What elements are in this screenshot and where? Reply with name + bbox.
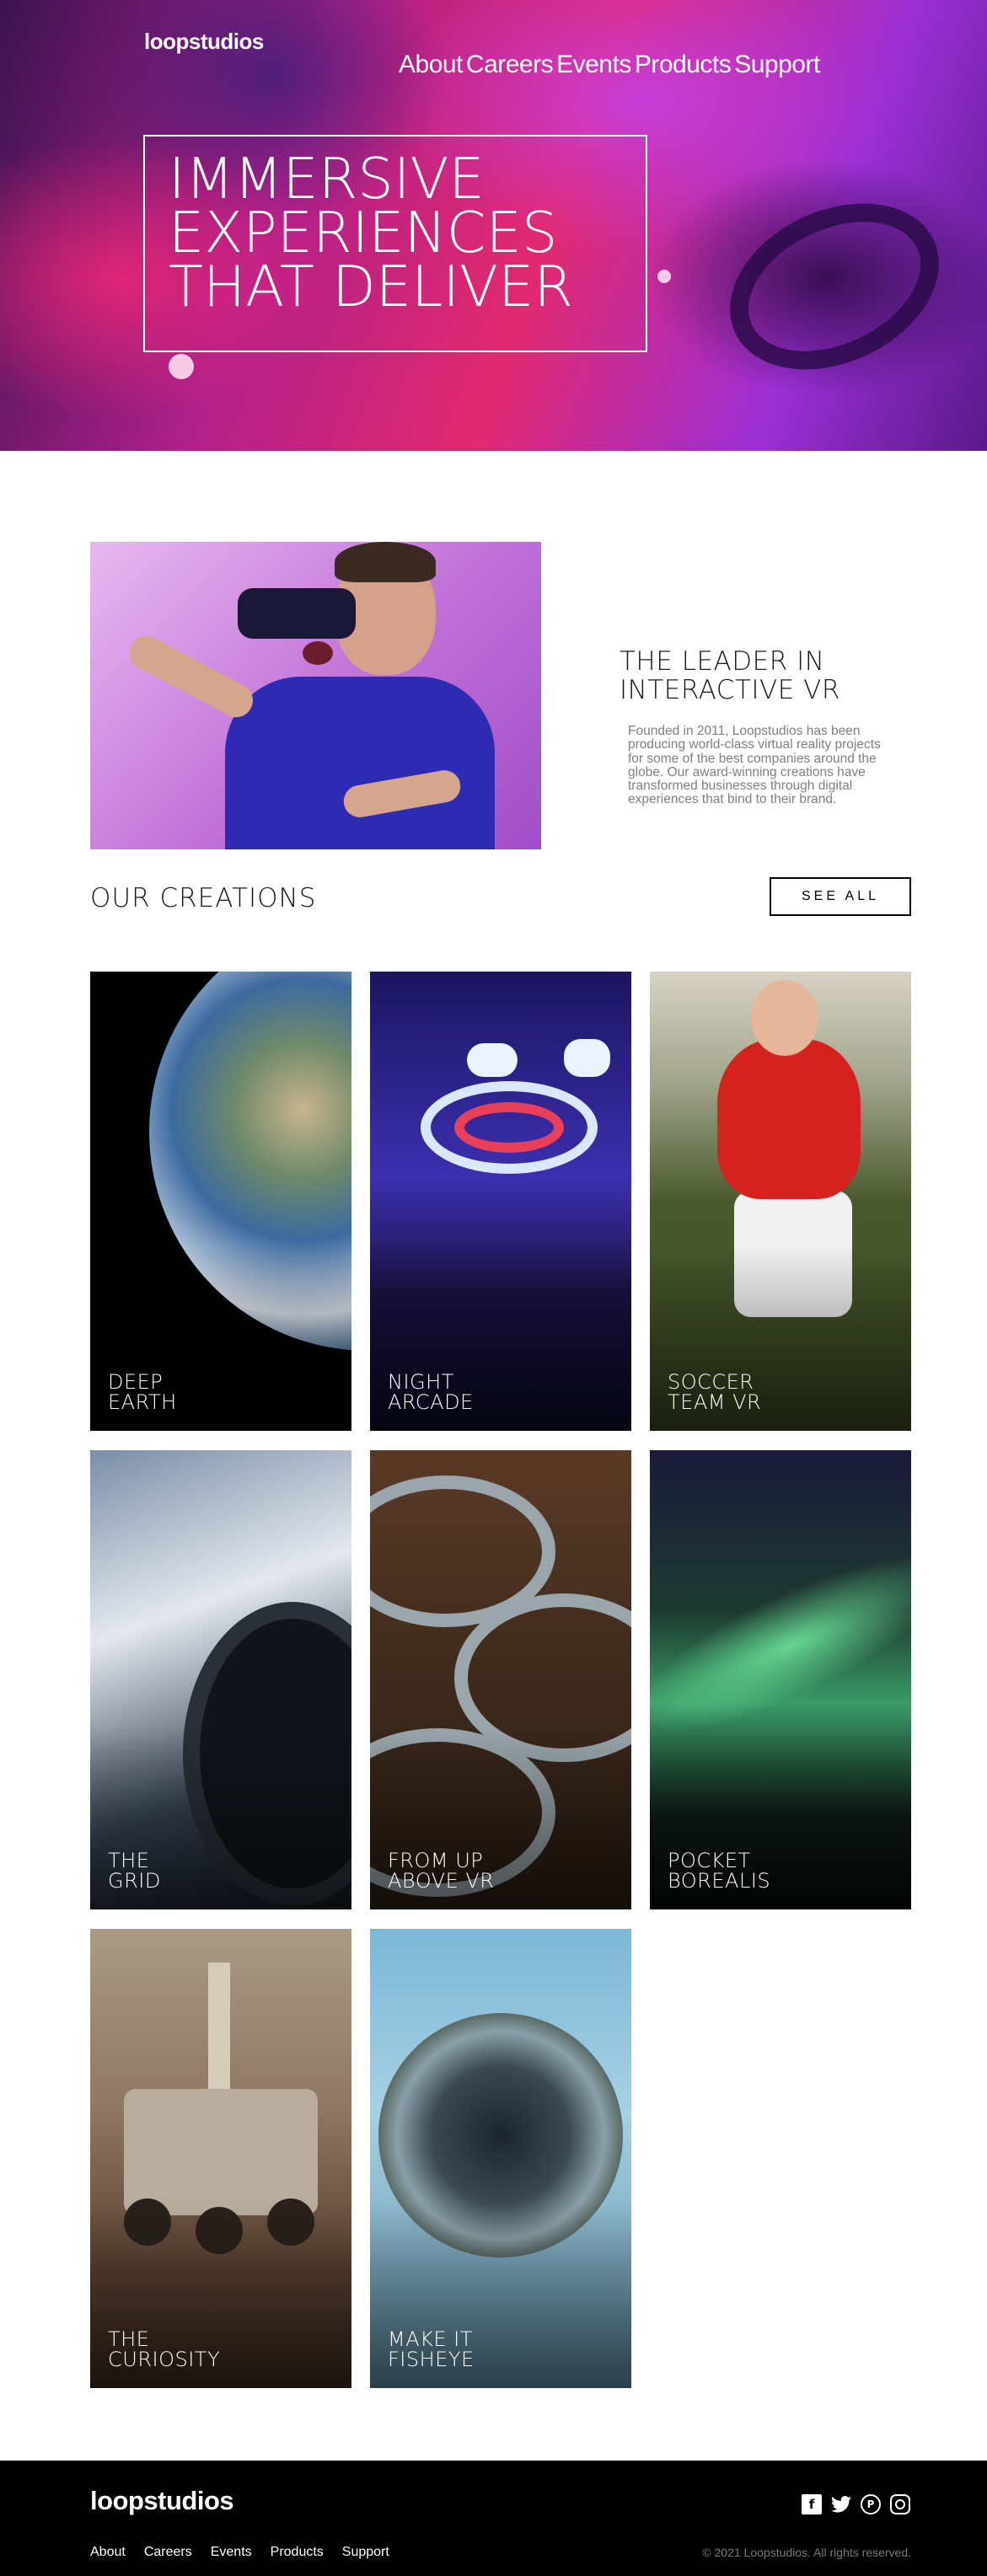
hero-title-box: IMMERSIVE EXPERIENCES THAT DELIVER <box>143 135 647 352</box>
creation-card-label: NIGHT ARCADE <box>388 1370 474 1414</box>
vr-person-shirt <box>225 677 495 849</box>
rover-body <box>124 2089 318 2215</box>
hero-title-line: THAT DELIVER <box>169 254 573 319</box>
footer-link-events[interactable]: Events <box>211 2545 252 2560</box>
creation-card-pocket-borealis[interactable]: POCKET BOREALIS <box>650 1450 911 1909</box>
nav-link-products[interactable]: Products <box>635 51 732 79</box>
creation-card-label: POCKET BOREALIS <box>668 1849 771 1893</box>
vr-person-arm <box>123 629 260 724</box>
creation-card-from-up-above-vr[interactable]: FROM UP ABOVE VR <box>370 1450 631 1909</box>
creation-card-label: MAKE IT FISHEYE <box>388 2327 475 2371</box>
about-title-line: INTERACTIVE VR <box>620 675 840 705</box>
creation-card-label: SOCCER TEAM VR <box>668 1370 762 1414</box>
about-body: Founded in 2011, Loopstudios has been pr… <box>628 724 881 807</box>
creation-card-label: DEEP EARTH <box>108 1370 177 1414</box>
arcade-target <box>467 1043 518 1077</box>
creations-title: OUR CREATIONS <box>90 883 317 913</box>
hero-light-dot <box>657 270 671 283</box>
creation-card-make-it-fisheye[interactable]: MAKE IT FISHEYE <box>370 1929 631 2388</box>
hero-title-line: IMMERSIVE <box>169 146 485 212</box>
footer-link-support[interactable]: Support <box>342 2545 389 2560</box>
instagram-icon[interactable] <box>890 2494 910 2514</box>
footer-link-products[interactable]: Products <box>271 2545 324 2560</box>
creation-card-label: THE CURIOSITY <box>108 2327 221 2371</box>
hero-title-line: EXPERIENCES <box>169 200 558 265</box>
arcade-target <box>564 1039 610 1077</box>
creation-card-label: FROM UP ABOVE VR <box>388 1849 495 1893</box>
about-text-block: THE LEADER IN INTERACTIVE VR Founded in … <box>620 647 898 807</box>
hero-section: loopstudios About Careers Events Product… <box>0 0 987 451</box>
about-vr-image <box>90 542 541 849</box>
vr-headset <box>238 588 356 639</box>
footer: loopstudios About Careers Events Product… <box>0 2461 987 2576</box>
about-title: THE LEADER IN INTERACTIVE VR <box>620 647 898 704</box>
copyright-text: © 2021 Loopstudios. All rights reserved. <box>702 2546 911 2559</box>
footer-logo[interactable]: loopstudios <box>90 2486 234 2516</box>
soccer-player-shirt <box>717 1039 861 1199</box>
nav-link-careers[interactable]: Careers <box>466 51 554 79</box>
vr-person-mouth <box>303 641 333 665</box>
nav-link-events[interactable]: Events <box>556 51 631 79</box>
hero-light-dot <box>169 354 194 379</box>
soccer-player-head <box>751 980 818 1056</box>
footer-link-careers[interactable]: Careers <box>144 2545 192 2560</box>
hero-steering-wheel-graphic <box>703 171 966 402</box>
twitter-icon[interactable] <box>831 2494 851 2514</box>
see-all-button[interactable]: SEE ALL <box>770 877 911 916</box>
nav-link-about[interactable]: About <box>399 51 463 79</box>
creation-card-the-grid[interactable]: THE GRID <box>90 1450 351 1909</box>
nav-link-support[interactable]: Support <box>734 51 820 79</box>
creation-card-night-arcade[interactable]: NIGHT ARCADE <box>370 972 631 1431</box>
vr-person-hair <box>335 542 436 582</box>
pinterest-icon[interactable]: P <box>861 2494 881 2514</box>
header-nav: About Careers Events Products Support <box>399 51 820 79</box>
social-links: f P <box>802 2494 910 2514</box>
facebook-icon[interactable]: f <box>802 2494 822 2514</box>
creation-card-label: THE GRID <box>108 1849 161 1893</box>
about-title-line: THE LEADER IN <box>620 646 825 677</box>
creation-card-deep-earth[interactable]: DEEP EARTH <box>90 972 351 1431</box>
creation-card-soccer-team-vr[interactable]: SOCCER TEAM VR <box>650 972 911 1431</box>
creation-card-the-curiosity[interactable]: THE CURIOSITY <box>90 1929 351 2388</box>
arcade-ring <box>454 1102 564 1153</box>
hero-title: IMMERSIVE EXPERIENCES THAT DELIVER <box>169 146 622 319</box>
header-logo[interactable]: loopstudios <box>144 29 264 55</box>
footer-link-about[interactable]: About <box>90 2545 126 2560</box>
rover-mast <box>208 1963 230 2106</box>
footer-nav: About Careers Events Products Support <box>90 2545 389 2560</box>
